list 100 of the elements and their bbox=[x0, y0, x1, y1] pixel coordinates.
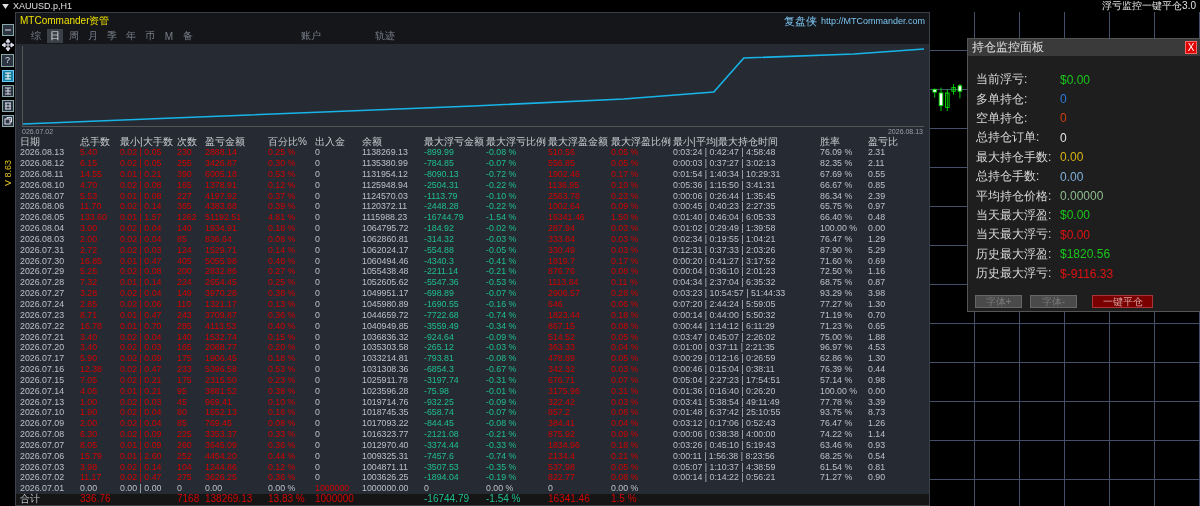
table-cell-text: 71.27 % bbox=[820, 472, 854, 484]
table-cell-text: -1.54 % bbox=[486, 494, 522, 505]
period-tab[interactable]: 日 bbox=[47, 29, 63, 44]
table-cell-text: -554.88 bbox=[424, 244, 455, 256]
table-cell-text: -0.67 % bbox=[486, 364, 518, 375]
website-link[interactable]: http://MTCommander.com bbox=[820, 16, 925, 27]
period-tab[interactable]: 轨迹 bbox=[373, 29, 397, 44]
move-icon[interactable] bbox=[1, 39, 14, 51]
minimize-icon[interactable] bbox=[1, 24, 14, 36]
table-cell-text: 0 bbox=[315, 168, 321, 180]
period-tab[interactable]: 季 bbox=[104, 29, 120, 44]
grid-button-icon[interactable] bbox=[1, 85, 14, 97]
table-cell-text: 87.90 % bbox=[820, 244, 854, 256]
table-cell-text: 0:05:07 | 1:10:37 | 4:38:59 bbox=[673, 461, 777, 473]
period-tab[interactable]: 综 bbox=[28, 29, 44, 44]
table-cell-text: 5.40 bbox=[80, 147, 99, 158]
period-tab[interactable]: 周 bbox=[66, 29, 82, 44]
table-cell-text: 200 bbox=[177, 266, 193, 278]
table-cell-text: 0.00 % bbox=[268, 483, 297, 494]
table-cell-text: -0.01 % bbox=[486, 385, 518, 397]
table-cell-text: 0.02 | 0.03 bbox=[120, 396, 163, 408]
table-cell-text: 0.02 | 0.04 bbox=[120, 331, 163, 343]
table-cell-text: 2026.08.05 bbox=[20, 212, 66, 224]
column-header: 最大浮亏比例 bbox=[486, 135, 547, 148]
table-cell-text: 4.70 bbox=[80, 179, 99, 191]
table-cell-text: 1113.84 bbox=[548, 277, 580, 289]
window-icon[interactable] bbox=[1, 115, 14, 127]
table-cell-text: 3970.28 bbox=[205, 288, 238, 299]
table-cell-text: 2026.08.11 bbox=[20, 168, 65, 180]
table-cell-text: 86.34 % bbox=[820, 190, 854, 202]
table-cell-text: 0.69 bbox=[868, 255, 887, 267]
period-tab[interactable]: 币 bbox=[142, 29, 158, 44]
table-cell-text: 66.67 % bbox=[820, 179, 854, 191]
table-cell-text: -7457.6 bbox=[424, 450, 455, 462]
table-cell-text: 62.86 % bbox=[820, 353, 854, 365]
table-cell-text: -1894.04 bbox=[424, 472, 460, 484]
table-cell-text: -1.54 % bbox=[486, 212, 518, 224]
period-tab[interactable]: 年 bbox=[123, 29, 139, 44]
table-cell-text: -3197.74 bbox=[424, 374, 460, 386]
table-cell-text: 14.55 bbox=[80, 168, 103, 180]
dropdown-icon[interactable] bbox=[2, 3, 9, 9]
table-cell-text: 0.03 % bbox=[611, 364, 640, 375]
table-cell-text: 0.85 bbox=[868, 179, 887, 191]
table-cell-text: 2.39 bbox=[868, 190, 887, 202]
stat-label: 当前浮亏: bbox=[976, 71, 1029, 89]
table-cell-text: -658.74 bbox=[424, 407, 455, 419]
table-cell-text: 2026.08.13 bbox=[20, 147, 66, 158]
table-cell-text: 4383.88 bbox=[205, 201, 238, 213]
table-cell-text: 1002.64 bbox=[548, 201, 581, 213]
table-cell-text: 175 bbox=[177, 374, 193, 386]
table-cell-text: 85 bbox=[177, 233, 188, 245]
table-cell-text: 0.01 | 1.57 bbox=[120, 212, 163, 224]
period-tab[interactable]: 月 bbox=[85, 29, 101, 44]
table-cell-text: 224 bbox=[177, 277, 193, 289]
table-cell-text: -0.31 % bbox=[486, 374, 518, 386]
period-tab[interactable]: 备 bbox=[180, 29, 196, 44]
stat-value: 0.00000 bbox=[1060, 189, 1104, 204]
version-label: V 8.63 bbox=[2, 160, 13, 187]
table-cell-text: 124 bbox=[177, 244, 193, 256]
table-cell-text: 0 bbox=[315, 331, 321, 343]
table-cell-text: 4197.92 bbox=[205, 190, 238, 202]
table-cell-text: 0.18 % bbox=[611, 309, 640, 321]
table-cell-text: 2.72 bbox=[80, 244, 99, 256]
column-header: 盈亏金额 bbox=[205, 135, 246, 148]
table-cell-text: -0.07 % bbox=[486, 407, 518, 419]
table-cell-text: 2026.08.06 bbox=[20, 201, 66, 213]
panel-button[interactable]: 一键平仓 bbox=[1092, 295, 1153, 308]
table-cell-text: -0.19 % bbox=[486, 472, 518, 484]
period-tab[interactable]: M bbox=[161, 30, 177, 42]
table-cell-text: 0.36 % bbox=[268, 309, 297, 321]
period-tab[interactable]: 账户 bbox=[299, 29, 323, 44]
help-button[interactable]: ? bbox=[1, 54, 14, 67]
table-cell-text: 0.18 % bbox=[611, 439, 640, 451]
table-cell-text: 2134.4 bbox=[548, 450, 576, 462]
table-cell-text: 0:00:20 | 0:41:27 | 3:17:52 bbox=[673, 255, 777, 267]
table-cell-text: 4113.53 bbox=[205, 320, 238, 332]
table-cell-text: 5396.58 bbox=[205, 364, 238, 375]
table-cell-text: 7.32 bbox=[80, 277, 99, 289]
table-cell-text: -0.41 % bbox=[486, 255, 518, 267]
close-button[interactable]: X bbox=[1185, 41, 1197, 54]
table-cell-text: 2026.07.13 bbox=[20, 396, 66, 408]
stat-value: $-9116.33 bbox=[1060, 266, 1114, 281]
table-cell-text: 2906.57 bbox=[548, 288, 581, 299]
table-cell-text: -0.34 % bbox=[486, 320, 518, 332]
table-cell-text: 0:00:45 | 0:40:23 | 2:27:35 bbox=[673, 201, 777, 213]
table-cell-text: 1652.13 bbox=[205, 407, 238, 419]
table-cell-text: 0.04 % bbox=[611, 418, 640, 430]
grid-button-icon[interactable] bbox=[1, 100, 14, 112]
table-cell-text: -0.05 % bbox=[486, 244, 518, 256]
table-cell-text: 140 bbox=[177, 223, 193, 234]
column-header: 余额 bbox=[362, 135, 383, 148]
table-cell-text: 0 bbox=[315, 298, 321, 310]
table-cell-text: -0.22 % bbox=[486, 201, 518, 213]
stat-label: 最大持仓手数: bbox=[976, 148, 1053, 166]
table-cell-text: 556.85 bbox=[548, 158, 576, 169]
grid-button-icon[interactable] bbox=[1, 70, 14, 82]
table-cell-text: 0.44 bbox=[868, 364, 887, 375]
table-cell-text: 333.84 bbox=[548, 233, 576, 245]
table-cell-text: -7722.68 bbox=[424, 309, 460, 321]
table-cell-text: 85 bbox=[177, 418, 188, 430]
